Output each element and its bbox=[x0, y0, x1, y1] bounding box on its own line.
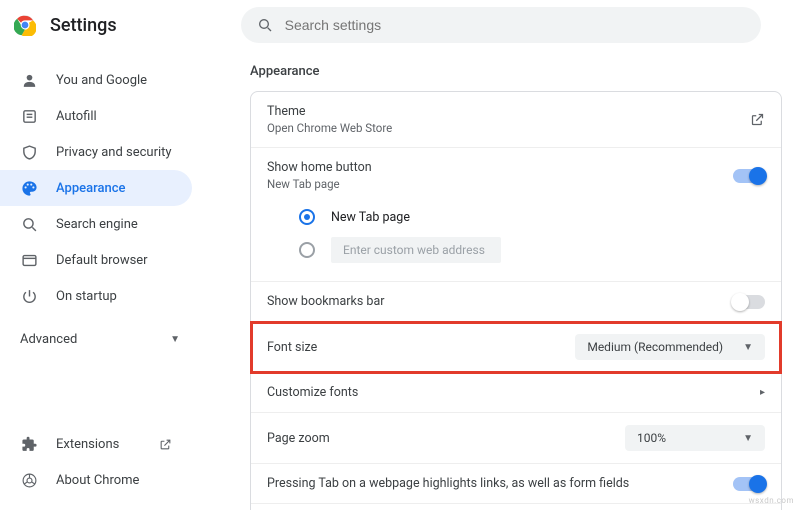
option-label: New Tab page bbox=[331, 210, 410, 225]
open-new-icon bbox=[159, 438, 172, 451]
sidebar-item-label: You and Google bbox=[56, 73, 147, 88]
home-option-custom[interactable]: Enter custom web address bbox=[267, 231, 765, 269]
sidebar-item-label: About Chrome bbox=[56, 473, 139, 488]
sidebar-item-label: Search engine bbox=[56, 217, 138, 232]
search-bar[interactable] bbox=[241, 7, 761, 43]
customize-fonts-label: Customize fonts bbox=[267, 385, 358, 400]
bookmarks-bar-row: Show bookmarks bar bbox=[251, 282, 781, 322]
page-title: Settings bbox=[50, 15, 117, 36]
sidebar-item-search-engine[interactable]: Search engine bbox=[0, 206, 192, 242]
chevron-right-icon: ▸ bbox=[760, 387, 765, 398]
select-value: Medium (Recommended) bbox=[587, 340, 723, 354]
sidebar-item-label: Privacy and security bbox=[56, 145, 172, 160]
section-title: Appearance bbox=[250, 64, 782, 79]
theme-sub: Open Chrome Web Store bbox=[267, 121, 392, 135]
sidebar-item-label: Default browser bbox=[56, 253, 148, 268]
font-size-select[interactable]: Medium (Recommended) ▼ bbox=[575, 334, 765, 360]
open-new-icon bbox=[750, 112, 765, 127]
sidebar: You and Google Autofill Privacy and secu… bbox=[0, 50, 200, 510]
font-size-row[interactable]: Font size Medium (Recommended) ▼ bbox=[251, 322, 781, 373]
sidebar-item-label: Autofill bbox=[56, 109, 97, 124]
search-icon bbox=[257, 17, 273, 33]
home-button-sub: New Tab page bbox=[267, 177, 372, 191]
home-option-newtab[interactable]: New Tab page bbox=[267, 203, 765, 231]
sidebar-item-autofill[interactable]: Autofill bbox=[0, 98, 192, 134]
chrome-outline-icon bbox=[20, 472, 38, 489]
extension-icon bbox=[20, 436, 38, 453]
magnifier-icon bbox=[20, 216, 38, 233]
home-button-row: Show home button New Tab page bbox=[251, 148, 781, 203]
theme-label: Theme bbox=[267, 104, 392, 119]
page-zoom-row: Page zoom 100% ▼ bbox=[251, 413, 781, 464]
main-content: Appearance Theme Open Chrome Web Store S… bbox=[200, 50, 800, 510]
sidebar-item-you-and-google[interactable]: You and Google bbox=[0, 62, 192, 98]
home-button-options: New Tab page Enter custom web address bbox=[251, 203, 781, 282]
sidebar-advanced[interactable]: Advanced ▼ bbox=[0, 322, 200, 357]
shield-icon bbox=[20, 144, 38, 161]
custom-address-input[interactable]: Enter custom web address bbox=[331, 237, 501, 263]
appearance-icon bbox=[20, 180, 38, 197]
sidebar-item-on-startup[interactable]: On startup bbox=[0, 278, 192, 314]
home-button-toggle[interactable] bbox=[733, 169, 765, 183]
autofill-icon bbox=[20, 108, 38, 125]
browser-icon bbox=[20, 252, 38, 269]
bookmarks-bar-label: Show bookmarks bar bbox=[267, 294, 384, 309]
select-value: 100% bbox=[637, 431, 666, 445]
tab-highlight-label: Pressing Tab on a webpage highlights lin… bbox=[267, 476, 629, 491]
page-zoom-select[interactable]: 100% ▼ bbox=[625, 425, 765, 451]
chevron-down-icon: ▼ bbox=[170, 334, 180, 345]
radio-icon bbox=[299, 242, 315, 258]
customize-fonts-row[interactable]: Customize fonts ▸ bbox=[251, 373, 781, 413]
sidebar-item-about-chrome[interactable]: About Chrome bbox=[0, 462, 192, 498]
sidebar-item-label: Extensions bbox=[56, 437, 119, 452]
chevron-down-icon: ▼ bbox=[743, 433, 753, 444]
radio-icon bbox=[299, 209, 315, 225]
person-icon bbox=[20, 72, 38, 89]
page-zoom-label: Page zoom bbox=[267, 431, 330, 446]
quit-warning-row: Show warning before quitting with ⌘Q bbox=[251, 504, 781, 510]
chrome-logo-icon bbox=[14, 14, 36, 36]
bookmarks-bar-toggle[interactable] bbox=[733, 295, 765, 309]
header-bar: Settings bbox=[0, 0, 800, 50]
sidebar-item-extensions[interactable]: Extensions bbox=[0, 426, 192, 462]
home-button-label: Show home button bbox=[267, 160, 372, 175]
watermark: wsxdn.com bbox=[749, 496, 794, 505]
font-size-label: Font size bbox=[267, 340, 317, 355]
power-icon bbox=[20, 288, 38, 305]
sidebar-item-label: Appearance bbox=[56, 181, 125, 196]
sidebar-item-default-browser[interactable]: Default browser bbox=[0, 242, 192, 278]
appearance-card: Theme Open Chrome Web Store Show home bu… bbox=[250, 91, 782, 510]
theme-row[interactable]: Theme Open Chrome Web Store bbox=[251, 92, 781, 148]
sidebar-item-privacy[interactable]: Privacy and security bbox=[0, 134, 192, 170]
search-input[interactable] bbox=[285, 17, 745, 33]
chevron-down-icon: ▼ bbox=[743, 342, 753, 353]
sidebar-item-label: On startup bbox=[56, 289, 117, 304]
sidebar-item-appearance[interactable]: Appearance bbox=[0, 170, 192, 206]
tab-highlight-toggle[interactable] bbox=[733, 477, 765, 491]
advanced-label: Advanced bbox=[20, 332, 77, 347]
tab-highlight-row: Pressing Tab on a webpage highlights lin… bbox=[251, 464, 781, 504]
